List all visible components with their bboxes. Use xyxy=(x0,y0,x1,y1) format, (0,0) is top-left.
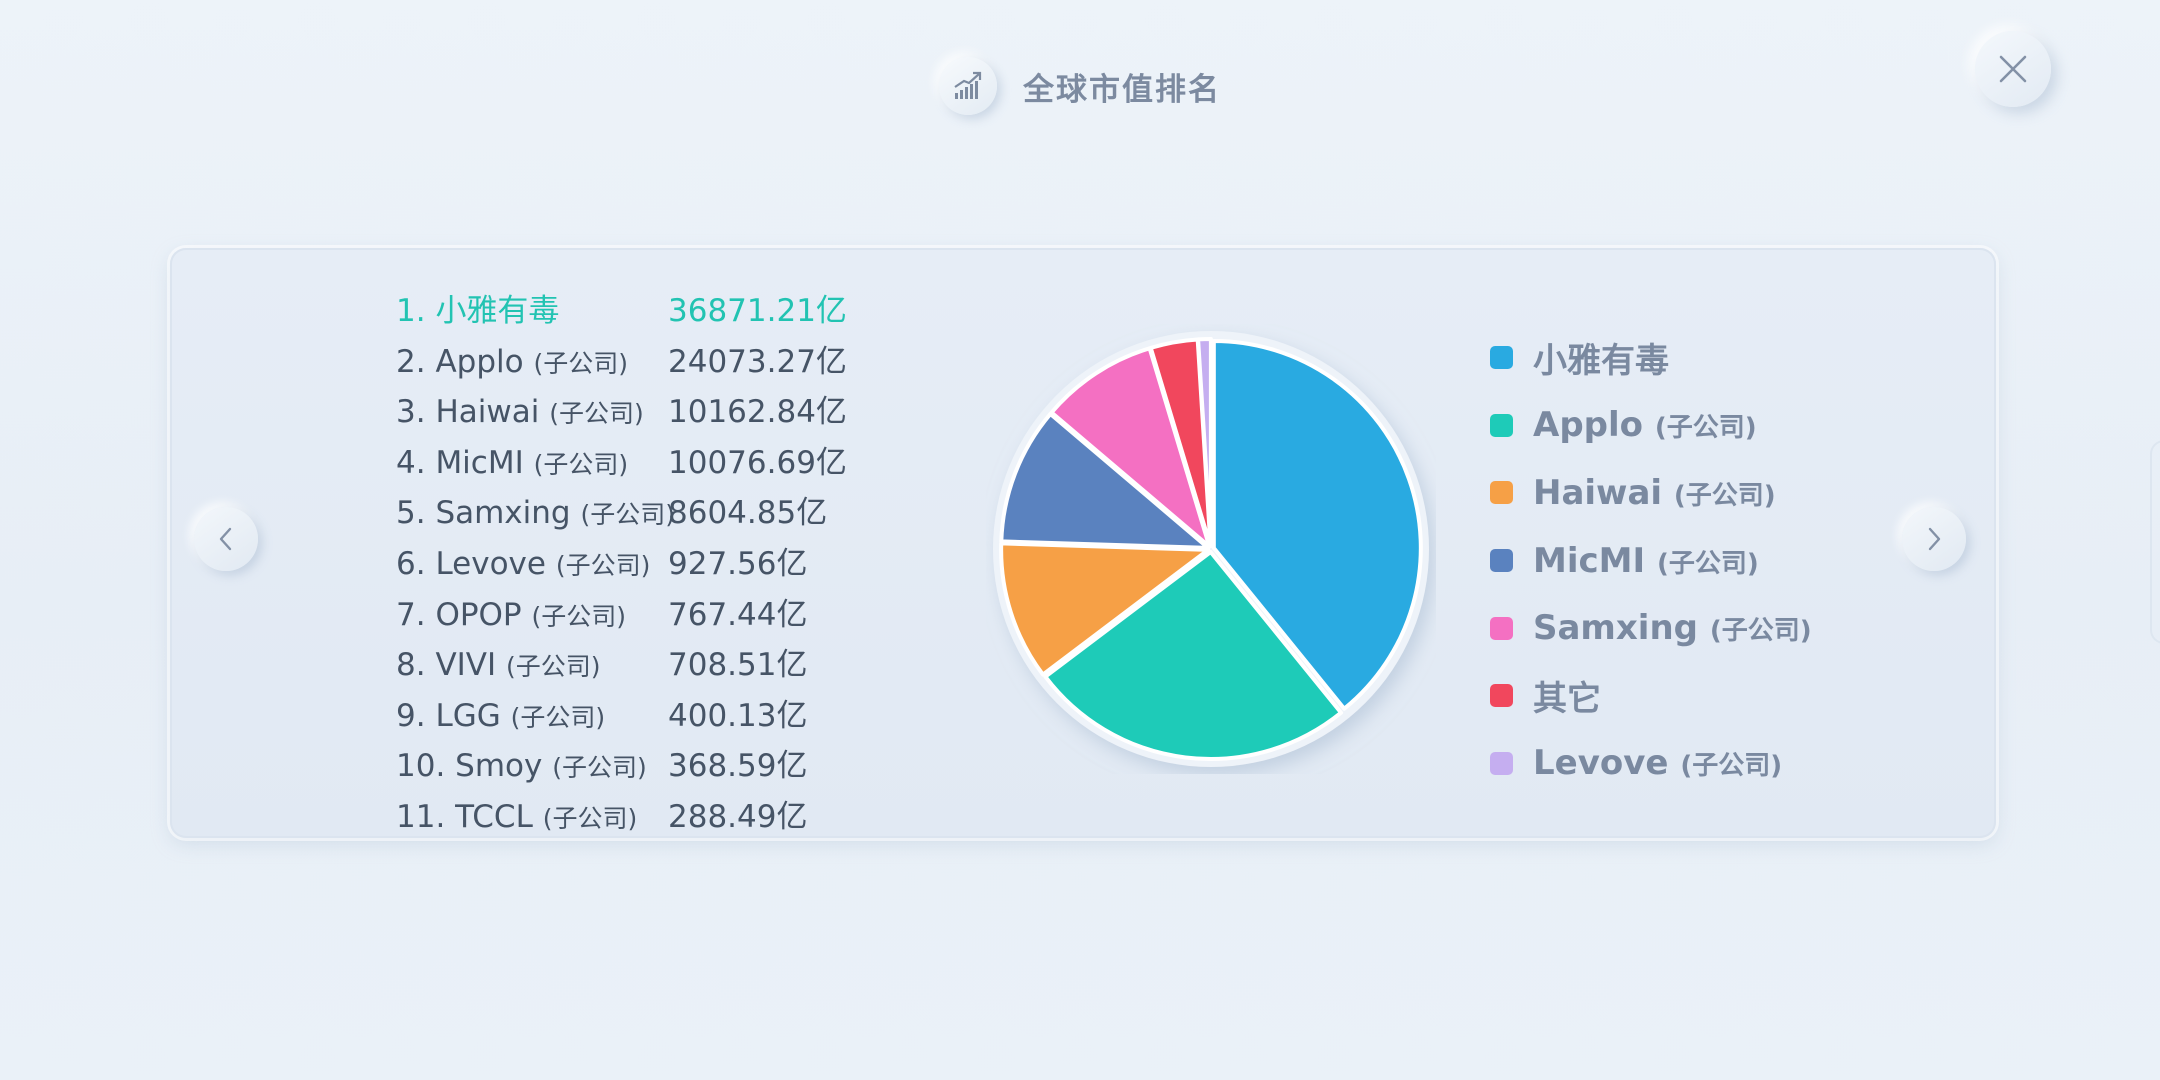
legend-swatch xyxy=(1490,346,1513,370)
ranking-value: 10162.84亿 xyxy=(668,394,847,431)
header-inner: 全球市值排名 xyxy=(939,57,1221,115)
legend-swatch xyxy=(1490,481,1513,505)
legend-swatch xyxy=(1490,751,1513,775)
ranking-value: 10076.69亿 xyxy=(668,444,847,481)
legend-swatch xyxy=(1490,549,1513,573)
legend-label: Samxing (子公司) xyxy=(1533,608,1812,649)
ranking-list: 1. 小雅有毒 36871.21亿 2. Applo (子公司) 24073.2… xyxy=(396,286,866,843)
ranking-value: 400.13亿 xyxy=(668,697,808,734)
chevron-left-icon xyxy=(219,527,232,551)
ranking-row[interactable]: 2. Applo (子公司) 24073.27亿 xyxy=(396,337,866,388)
ranking-name: 9. LGG (子公司) xyxy=(396,697,606,734)
ranking-row[interactable]: 1. 小雅有毒 36871.21亿 xyxy=(396,286,866,337)
legend-label: Levove (子公司) xyxy=(1533,743,1783,784)
ranking-value: 24073.27亿 xyxy=(668,343,847,380)
pie-chart-svg xyxy=(993,331,1429,767)
ranking-name: 1. 小雅有毒 xyxy=(396,293,560,329)
market-cap-pie-chart xyxy=(986,324,1436,774)
growth-chart-icon xyxy=(939,57,997,115)
ranking-row[interactable]: 4. MicMI (子公司) 10076.69亿 xyxy=(396,438,866,489)
legend-item[interactable]: Haiwai (子公司) xyxy=(1490,459,1930,527)
legend-item[interactable]: 其它 xyxy=(1490,662,1930,730)
ranking-row[interactable]: 5. Samxing (子公司) 8604.85亿 xyxy=(396,488,866,539)
close-icon xyxy=(1999,55,2027,83)
ranking-row[interactable]: 9. LGG (子公司) 400.13亿 xyxy=(396,691,866,742)
ranking-row[interactable]: 10. Smoy (子公司) 368.59亿 xyxy=(396,741,866,792)
ranking-name: 10. Smoy (子公司) xyxy=(396,748,647,785)
legend-item[interactable]: 小雅有毒 xyxy=(1490,324,1930,392)
legend-item[interactable]: Levove (子公司) xyxy=(1490,730,1930,798)
header: 全球市值排名 xyxy=(0,57,2160,115)
ranking-name: 5. Samxing (子公司) xyxy=(396,495,675,532)
ranking-row[interactable]: 8. VIVI (子公司) 708.51亿 xyxy=(396,640,866,691)
chart-legend: 小雅有毒 Applo (子公司) Haiwai (子公司) MicMI (子公司… xyxy=(1490,324,1930,797)
ranking-value: 8604.85亿 xyxy=(668,495,828,532)
ranking-value: 767.44亿 xyxy=(668,596,808,633)
close-button[interactable] xyxy=(1975,31,2051,107)
ranking-name: 4. MicMI (子公司) xyxy=(396,444,629,481)
ranking-value: 288.49亿 xyxy=(668,798,808,835)
legend-item[interactable]: Applo (子公司) xyxy=(1490,392,1930,460)
ranking-name: 2. Applo (子公司) xyxy=(396,343,628,380)
ranking-name: 7. OPOP (子公司) xyxy=(396,596,627,633)
ranking-row[interactable]: 3. Haiwai (子公司) 10162.84亿 xyxy=(396,387,866,438)
side-drawer-handle[interactable] xyxy=(2150,440,2160,644)
ranking-value: 368.59亿 xyxy=(668,748,808,785)
ranking-value: 927.56亿 xyxy=(668,545,808,582)
ranking-name: 8. VIVI (子公司) xyxy=(396,647,601,684)
legend-swatch xyxy=(1490,616,1513,640)
ranking-row[interactable]: 7. OPOP (子公司) 767.44亿 xyxy=(396,590,866,641)
legend-swatch xyxy=(1490,684,1513,708)
ranking-row[interactable]: 11. TCCL (子公司) 288.49亿 xyxy=(396,792,866,843)
legend-label: Haiwai (子公司) xyxy=(1533,472,1776,513)
legend-label: MicMI (子公司) xyxy=(1533,540,1759,581)
previous-button[interactable] xyxy=(194,507,258,571)
legend-swatch xyxy=(1490,413,1513,437)
page-title: 全球市值排名 xyxy=(1023,71,1221,108)
ranking-name: 11. TCCL (子公司) xyxy=(396,798,638,835)
ranking-name: 3. Haiwai (子公司) xyxy=(396,394,644,431)
legend-label: Applo (子公司) xyxy=(1533,405,1757,446)
legend-label: 其它 xyxy=(1533,679,1601,720)
legend-item[interactable]: MicMI (子公司) xyxy=(1490,527,1930,595)
legend-item[interactable]: Samxing (子公司) xyxy=(1490,594,1930,662)
ranking-name: 6. Levove (子公司) xyxy=(396,545,651,582)
legend-label: 小雅有毒 xyxy=(1533,341,1669,382)
ranking-value: 36871.21亿 xyxy=(668,293,847,329)
ranking-value: 708.51亿 xyxy=(668,647,808,684)
ranking-row[interactable]: 6. Levove (子公司) 927.56亿 xyxy=(396,539,866,590)
